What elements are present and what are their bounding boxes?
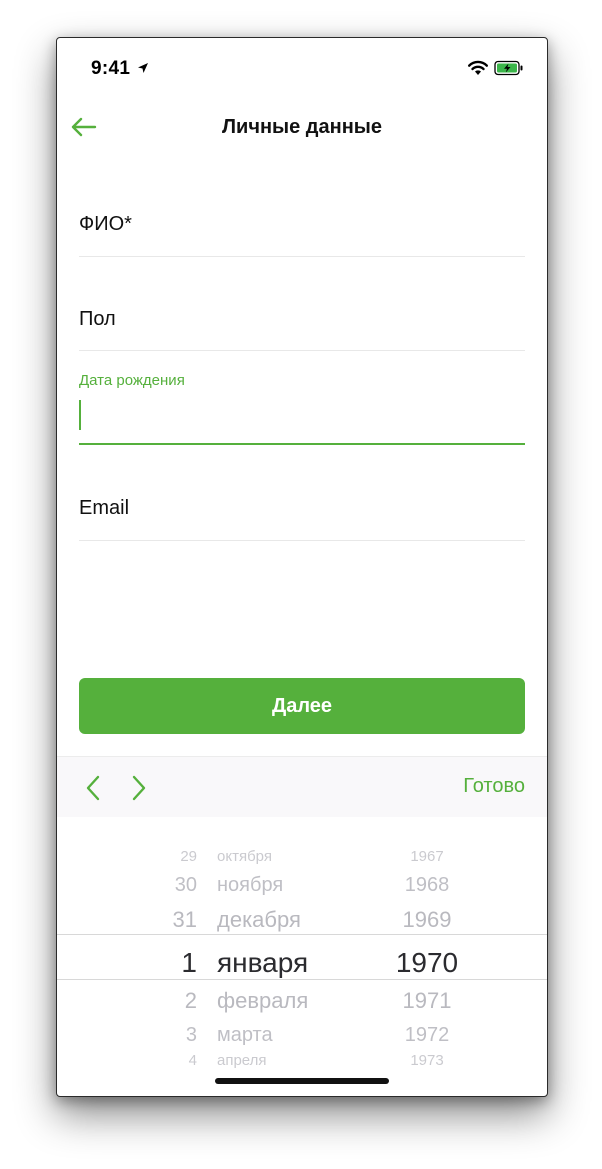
status-bar: 9:41 bbox=[57, 38, 547, 98]
picker-day-item[interactable]: 3 bbox=[137, 1025, 197, 1045]
picker-year-item[interactable]: 1971 bbox=[382, 990, 472, 1012]
chevron-left-icon[interactable] bbox=[81, 773, 105, 803]
picker-day-item[interactable]: 30 bbox=[137, 875, 197, 895]
navigation-bar: Личные данные bbox=[57, 110, 547, 154]
picker-day-item[interactable]: 2 bbox=[137, 990, 197, 1012]
fio-label: ФИО* bbox=[79, 213, 132, 235]
gender-underline bbox=[79, 350, 525, 351]
date-picker[interactable]: 29 30 31 1 2 3 4 октября ноября декабря января фев… bbox=[57, 817, 547, 1077]
picker-month-item[interactable]: декабря bbox=[217, 909, 347, 931]
picker-month-column[interactable]: октября ноября декабря января февраля марта ап… bbox=[217, 817, 347, 1077]
status-time: 9:41 bbox=[91, 58, 131, 79]
fio-field[interactable]: ФИО* bbox=[79, 213, 525, 258]
picker-year-item[interactable]: 1973 bbox=[382, 1053, 472, 1068]
picker-year-column[interactable]: 1967 1968 1969 1970 1971 1972 1973 bbox=[382, 817, 472, 1077]
gender-field[interactable]: Пол bbox=[79, 308, 525, 353]
birthdate-field[interactable]: Дата рождения bbox=[79, 372, 525, 446]
next-button[interactable]: Далее bbox=[79, 678, 525, 734]
phone-frame: 9:41 Личные данные ФИО* Пол Дата рождени… bbox=[56, 37, 548, 1097]
keyboard-toolbar: Готово bbox=[57, 756, 547, 818]
gender-label: Пол bbox=[79, 308, 116, 330]
picker-day-item-selected[interactable]: 1 bbox=[137, 949, 197, 977]
picker-year-item[interactable]: 1969 bbox=[382, 909, 472, 931]
battery-charging-icon bbox=[494, 60, 523, 76]
email-field[interactable]: Email bbox=[79, 497, 525, 542]
wifi-icon bbox=[468, 60, 488, 75]
picker-day-column[interactable]: 29 30 31 1 2 3 4 bbox=[137, 817, 197, 1077]
picker-month-item[interactable]: ноября bbox=[217, 875, 347, 895]
home-indicator[interactable] bbox=[215, 1078, 389, 1084]
picker-month-item[interactable]: февраля bbox=[217, 990, 347, 1012]
picker-year-item[interactable]: 1972 bbox=[382, 1025, 472, 1045]
page-title: Личные данные bbox=[222, 116, 382, 138]
chevron-right-icon[interactable] bbox=[127, 773, 151, 803]
picker-year-item[interactable]: 1968 bbox=[382, 875, 472, 895]
email-label: Email bbox=[79, 497, 130, 519]
picker-month-item-selected[interactable]: января bbox=[217, 949, 347, 977]
picker-day-item[interactable]: 4 bbox=[137, 1053, 197, 1068]
text-cursor bbox=[79, 400, 81, 430]
done-button[interactable]: Готово bbox=[463, 775, 525, 798]
email-underline bbox=[79, 540, 525, 541]
picker-day-item[interactable]: 29 bbox=[137, 849, 197, 864]
picker-year-item-selected[interactable]: 1970 bbox=[382, 949, 472, 977]
picker-month-item[interactable]: марта bbox=[217, 1025, 347, 1045]
picker-year-item[interactable]: 1967 bbox=[382, 849, 472, 864]
birthdate-label: Дата рождения bbox=[79, 372, 185, 389]
location-arrow-icon bbox=[138, 63, 148, 73]
picker-month-item[interactable]: октября bbox=[217, 849, 347, 864]
birthdate-underline bbox=[79, 443, 525, 445]
fio-underline bbox=[79, 256, 525, 257]
picker-month-item[interactable]: апреля bbox=[217, 1053, 347, 1068]
picker-day-item[interactable]: 31 bbox=[137, 909, 197, 931]
